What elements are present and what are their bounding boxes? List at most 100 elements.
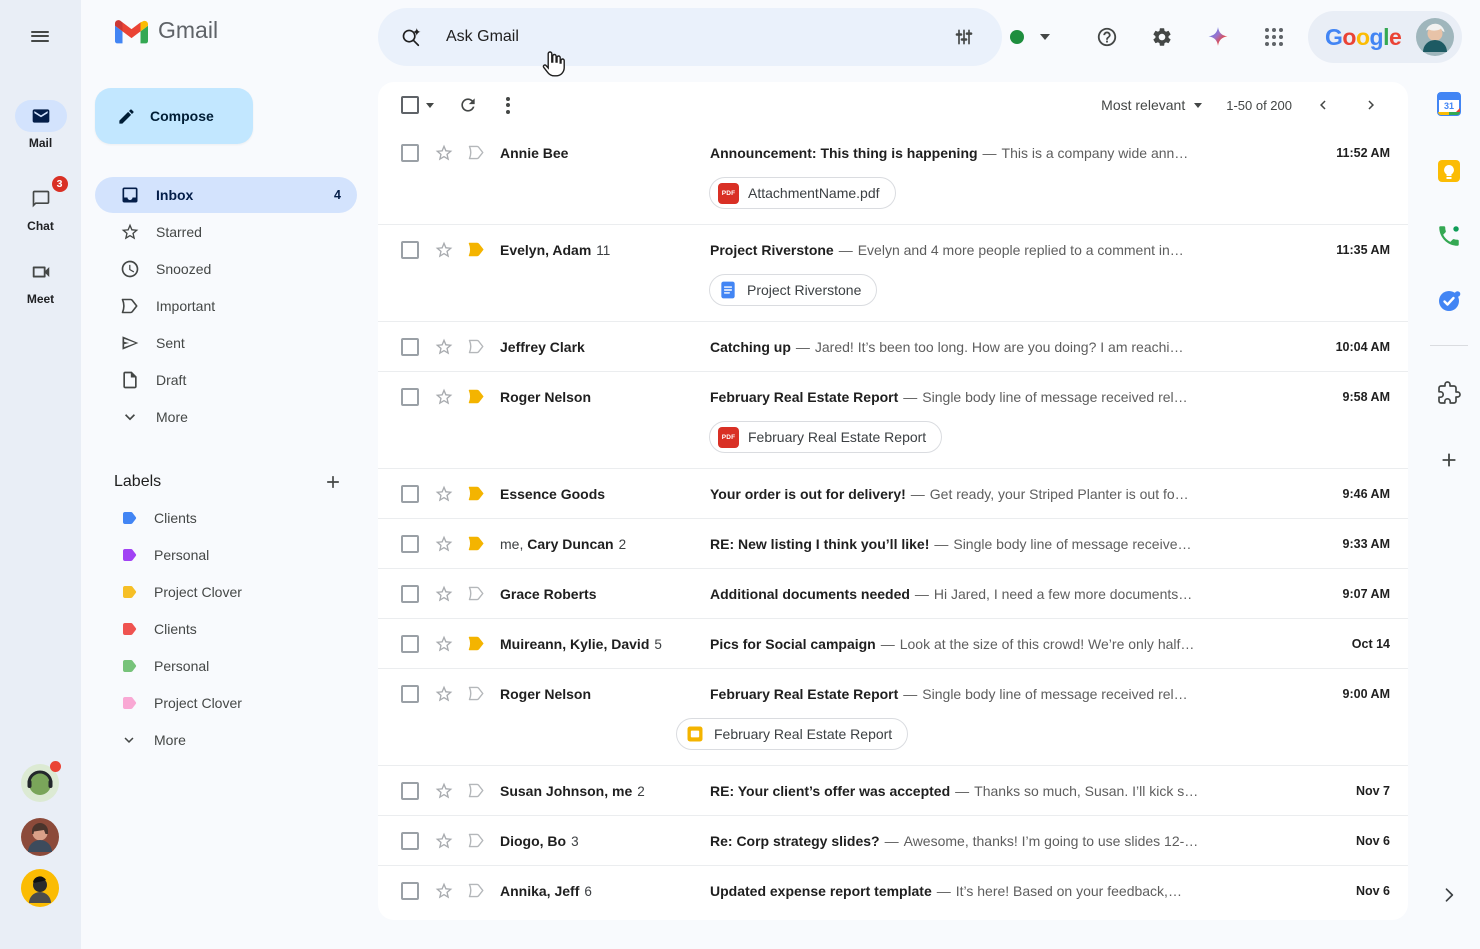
attachment-chip[interactable]: February Real Estate Report bbox=[676, 718, 908, 750]
email-row[interactable]: Susan Johnson, me2 RE: Your client’s off… bbox=[378, 766, 1408, 816]
select-all-checkbox[interactable] bbox=[401, 96, 419, 114]
search-filters-button[interactable] bbox=[944, 17, 984, 57]
importance-marker[interactable] bbox=[467, 389, 486, 404]
hide-side-panel-button[interactable] bbox=[1429, 875, 1469, 915]
row-checkbox[interactable] bbox=[401, 782, 419, 800]
compose-button[interactable]: Compose bbox=[95, 88, 253, 144]
email-row[interactable]: Annika, Jeff6 Updated expense report tem… bbox=[378, 866, 1408, 915]
label-item-personal-purple[interactable]: Personal bbox=[95, 536, 357, 573]
label-item-personal-green[interactable]: Personal bbox=[95, 647, 357, 684]
row-checkbox[interactable] bbox=[401, 535, 419, 553]
row-checkbox[interactable] bbox=[401, 585, 419, 603]
email-row[interactable]: Muireann, Kylie, David5 Pics for Social … bbox=[378, 619, 1408, 669]
label-item-project-clover-pink[interactable]: Project Clover bbox=[95, 684, 357, 721]
importance-marker[interactable] bbox=[467, 833, 486, 848]
newer-page-button[interactable] bbox=[1306, 88, 1340, 122]
importance-marker[interactable] bbox=[467, 783, 486, 798]
get-addons-button[interactable] bbox=[1429, 373, 1469, 413]
row-checkbox[interactable] bbox=[401, 882, 419, 900]
star-toggle[interactable] bbox=[434, 534, 454, 554]
email-row[interactable]: Grace Roberts Additional documents neede… bbox=[378, 569, 1408, 619]
star-toggle[interactable] bbox=[434, 831, 454, 851]
star-toggle[interactable] bbox=[434, 143, 454, 163]
chat-avatar-3[interactable] bbox=[21, 869, 59, 907]
sort-dropdown[interactable]: Most relevant bbox=[1097, 91, 1206, 119]
keep-button[interactable] bbox=[1429, 151, 1469, 191]
settings-button[interactable] bbox=[1142, 17, 1182, 57]
importance-marker[interactable] bbox=[467, 242, 486, 257]
nav-item-more[interactable]: More bbox=[95, 398, 357, 435]
meet-pill[interactable] bbox=[15, 256, 67, 288]
email-row[interactable]: Annie Bee Announcement: This thing is ha… bbox=[378, 128, 1408, 225]
importance-marker[interactable] bbox=[467, 883, 486, 898]
refresh-button[interactable] bbox=[448, 85, 488, 125]
attachment-chip[interactable]: PDF February Real Estate Report bbox=[709, 421, 942, 453]
row-checkbox[interactable] bbox=[401, 338, 419, 356]
more-options-button[interactable] bbox=[488, 85, 528, 125]
star-toggle[interactable] bbox=[434, 634, 454, 654]
search-input[interactable] bbox=[446, 28, 944, 46]
star-toggle[interactable] bbox=[434, 387, 454, 407]
status-selector[interactable] bbox=[1010, 17, 1050, 57]
mail-active-pill[interactable] bbox=[15, 100, 67, 132]
row-checkbox[interactable] bbox=[401, 685, 419, 703]
rail-item-chat[interactable]: 3 Chat bbox=[0, 183, 81, 233]
row-checkbox[interactable] bbox=[401, 241, 419, 259]
star-toggle[interactable] bbox=[434, 337, 454, 357]
nav-item-snoozed[interactable]: Snoozed bbox=[95, 250, 357, 287]
search-bar[interactable] bbox=[378, 8, 1002, 66]
main-menu-button[interactable] bbox=[16, 12, 64, 60]
nav-item-inbox[interactable]: Inbox 4 bbox=[95, 177, 357, 213]
calendar-button[interactable]: 31 bbox=[1429, 84, 1469, 124]
importance-marker[interactable] bbox=[467, 586, 486, 601]
row-checkbox[interactable] bbox=[401, 635, 419, 653]
email-row[interactable]: Roger Nelson February Real Estate Report… bbox=[378, 372, 1408, 469]
importance-marker[interactable] bbox=[467, 339, 486, 354]
star-toggle[interactable] bbox=[434, 484, 454, 504]
row-checkbox[interactable] bbox=[401, 832, 419, 850]
profile-avatar[interactable] bbox=[1416, 18, 1454, 56]
google-account-pill[interactable]: Google bbox=[1308, 11, 1462, 63]
importance-marker[interactable] bbox=[467, 145, 486, 160]
voice-button[interactable] bbox=[1429, 216, 1469, 256]
nav-item-draft[interactable]: Draft bbox=[95, 361, 357, 398]
star-toggle[interactable] bbox=[434, 781, 454, 801]
importance-marker[interactable] bbox=[467, 536, 486, 551]
email-row[interactable]: Diogo, Bo3 Re: Corp strategy slides?—Awe… bbox=[378, 816, 1408, 866]
row-checkbox[interactable] bbox=[401, 485, 419, 503]
email-row[interactable]: Roger Nelson February Real Estate Report… bbox=[378, 669, 1408, 766]
star-toggle[interactable] bbox=[434, 240, 454, 260]
gemini-button[interactable] bbox=[1198, 17, 1238, 57]
select-dropdown-caret[interactable] bbox=[426, 103, 434, 108]
chat-avatar-2[interactable] bbox=[21, 818, 59, 856]
add-side-panel-app-button[interactable] bbox=[1429, 440, 1469, 480]
importance-marker[interactable] bbox=[467, 486, 486, 501]
older-page-button[interactable] bbox=[1354, 88, 1388, 122]
labels-more[interactable]: More bbox=[95, 721, 357, 758]
star-toggle[interactable] bbox=[434, 584, 454, 604]
nav-item-important[interactable]: Important bbox=[95, 287, 357, 324]
importance-marker[interactable] bbox=[467, 686, 486, 701]
label-item-project-clover-yellow[interactable]: Project Clover bbox=[95, 573, 357, 610]
star-toggle[interactable] bbox=[434, 881, 454, 901]
attachment-chip[interactable]: PDF AttachmentName.pdf bbox=[709, 177, 896, 209]
rail-item-meet[interactable]: Meet bbox=[0, 256, 81, 306]
rail-item-mail[interactable]: Mail bbox=[0, 100, 81, 150]
email-row[interactable]: Essence Goods Your order is out for deli… bbox=[378, 469, 1408, 519]
nav-item-starred[interactable]: Starred bbox=[95, 213, 357, 250]
email-row[interactable]: Jeffrey Clark Catching up—Jared! It’s be… bbox=[378, 322, 1408, 372]
google-apps-button[interactable] bbox=[1254, 17, 1294, 57]
star-toggle[interactable] bbox=[434, 684, 454, 704]
tasks-button[interactable] bbox=[1429, 281, 1469, 321]
help-button[interactable] bbox=[1087, 17, 1127, 57]
chat-pill[interactable]: 3 bbox=[15, 183, 67, 215]
label-item-clients-blue[interactable]: Clients bbox=[95, 499, 357, 536]
email-row[interactable]: me, Cary Duncan2 RE: New listing I think… bbox=[378, 519, 1408, 569]
attachment-chip[interactable]: Project Riverstone bbox=[709, 274, 877, 306]
label-item-clients-red[interactable]: Clients bbox=[95, 610, 357, 647]
row-checkbox[interactable] bbox=[401, 144, 419, 162]
create-label-button[interactable] bbox=[317, 466, 349, 498]
importance-marker[interactable] bbox=[467, 636, 486, 651]
email-row[interactable]: Evelyn, Adam11 Project Riverstone—Evelyn… bbox=[378, 225, 1408, 322]
chat-avatar-1[interactable] bbox=[21, 764, 59, 802]
